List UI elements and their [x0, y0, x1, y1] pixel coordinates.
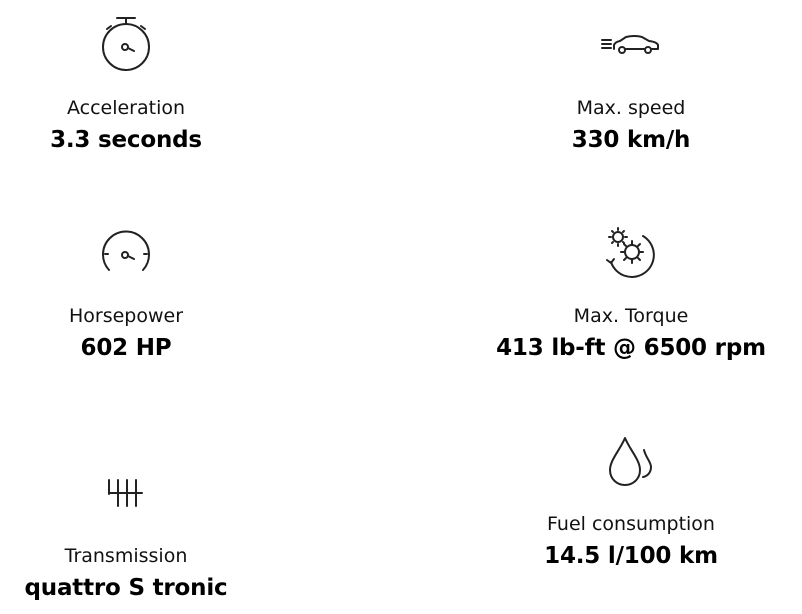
spec-value: 14.5 l/100 km	[544, 543, 718, 569]
gears-icon	[603, 226, 659, 280]
spec-fuel-consumption: Fuel consumption 14.5 l/100 km	[481, 416, 781, 614]
spec-label: Transmission	[64, 545, 188, 567]
spec-label: Horsepower	[68, 305, 184, 327]
spec-value: 602 HP	[80, 335, 172, 361]
spec-value: 330 km/h	[571, 127, 691, 153]
spec-max-speed: Max. speed 330 km/h	[481, 0, 781, 170]
spec-value: quattro S tronic	[24, 575, 228, 601]
gear-shift-icon	[107, 478, 145, 508]
stopwatch-icon	[100, 14, 152, 72]
spec-value: 3.3 seconds	[50, 127, 202, 153]
spec-label: Max. Torque	[573, 305, 689, 327]
spec-transmission: Transmission quattro S tronic	[0, 416, 276, 614]
car-speed-icon	[600, 34, 662, 56]
spec-max-torque: Max. Torque 413 lb-ft @ 6500 rpm	[481, 208, 781, 378]
speedometer-icon	[100, 230, 152, 274]
spec-label: Fuel consumption	[547, 513, 715, 535]
spec-acceleration: Acceleration 3.3 seconds	[0, 0, 276, 170]
spec-horsepower: Horsepower 602 HP	[0, 208, 276, 378]
spec-label: Acceleration	[66, 97, 186, 119]
spec-value: 413 lb-ft @ 6500 rpm	[496, 335, 766, 361]
spec-label: Max. speed	[576, 97, 686, 119]
fuel-drops-icon	[606, 436, 656, 488]
